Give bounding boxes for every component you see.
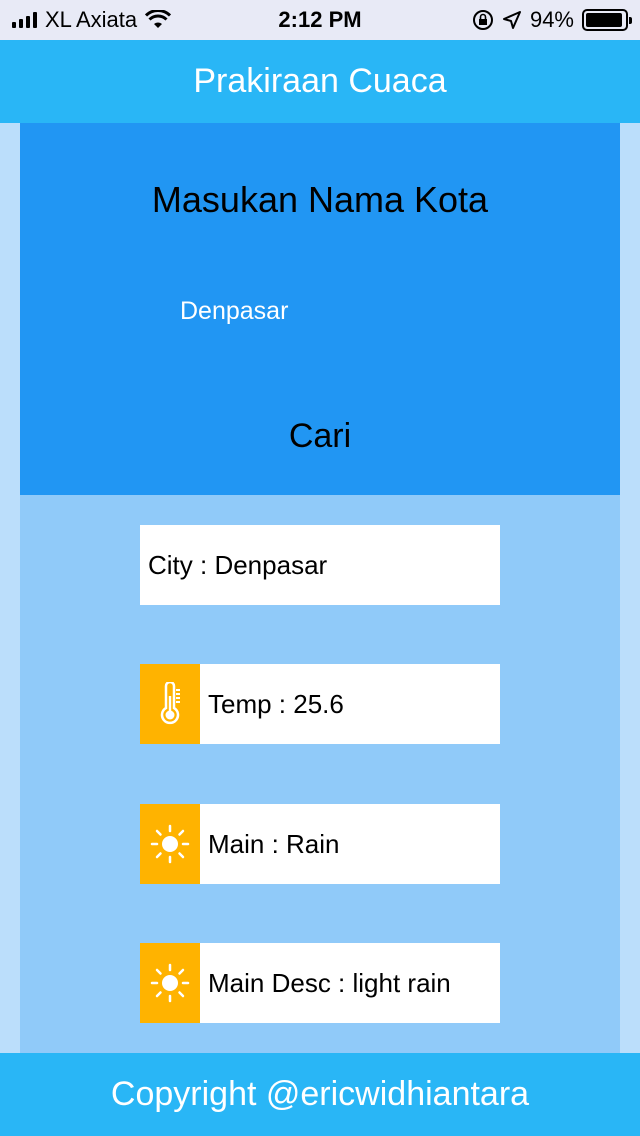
footer: Copyright @ericwidhiantara [0, 1053, 640, 1136]
city-card: City : Denpasar [140, 525, 500, 605]
sun-icon [150, 824, 190, 864]
search-title: Masukan Nama Kota [151, 179, 489, 220]
wifi-icon [145, 10, 172, 28]
status-right: 94% [472, 7, 632, 33]
battery-percent: 94% [529, 7, 574, 32]
location-arrow-icon [502, 11, 521, 29]
main-icon-box [140, 804, 200, 884]
battery-icon [582, 9, 632, 31]
carrier-name: XL Axiata [45, 7, 138, 32]
search-button[interactable]: Cari [220, 409, 420, 463]
status-left: XL Axiata [12, 7, 172, 33]
desc-text: Main Desc : light rain [208, 967, 451, 998]
city-input[interactable] [180, 291, 460, 331]
temp-icon-box [140, 664, 200, 744]
temp-text: Temp : 25.6 [208, 688, 344, 719]
copyright-text: Copyright @ericwidhiantara [110, 1075, 530, 1113]
app-bar: Prakiraan Cuaca [0, 40, 640, 123]
main-text: Main : Rain [208, 828, 340, 859]
search-panel: Masukan Nama Kota Cari [20, 123, 620, 495]
temp-card: Temp : 25.6 [140, 664, 500, 744]
rotation-lock-icon [472, 10, 493, 30]
desc-card: Main Desc : light rain [140, 943, 500, 1023]
main-content: Masukan Nama Kota Cari City : Denpasar T… [20, 123, 620, 1053]
sun-icon [150, 963, 190, 1003]
city-text: City : Denpasar [148, 549, 328, 580]
thermometer-icon [160, 682, 180, 725]
desc-icon-box [140, 943, 200, 1023]
signal-icon [12, 12, 37, 28]
status-bar: XL Axiata 2:12 PM 94% [0, 0, 640, 40]
battery-level [586, 13, 622, 27]
app-title: Prakiraan Cuaca [193, 62, 447, 100]
main-card: Main : Rain [140, 804, 500, 884]
